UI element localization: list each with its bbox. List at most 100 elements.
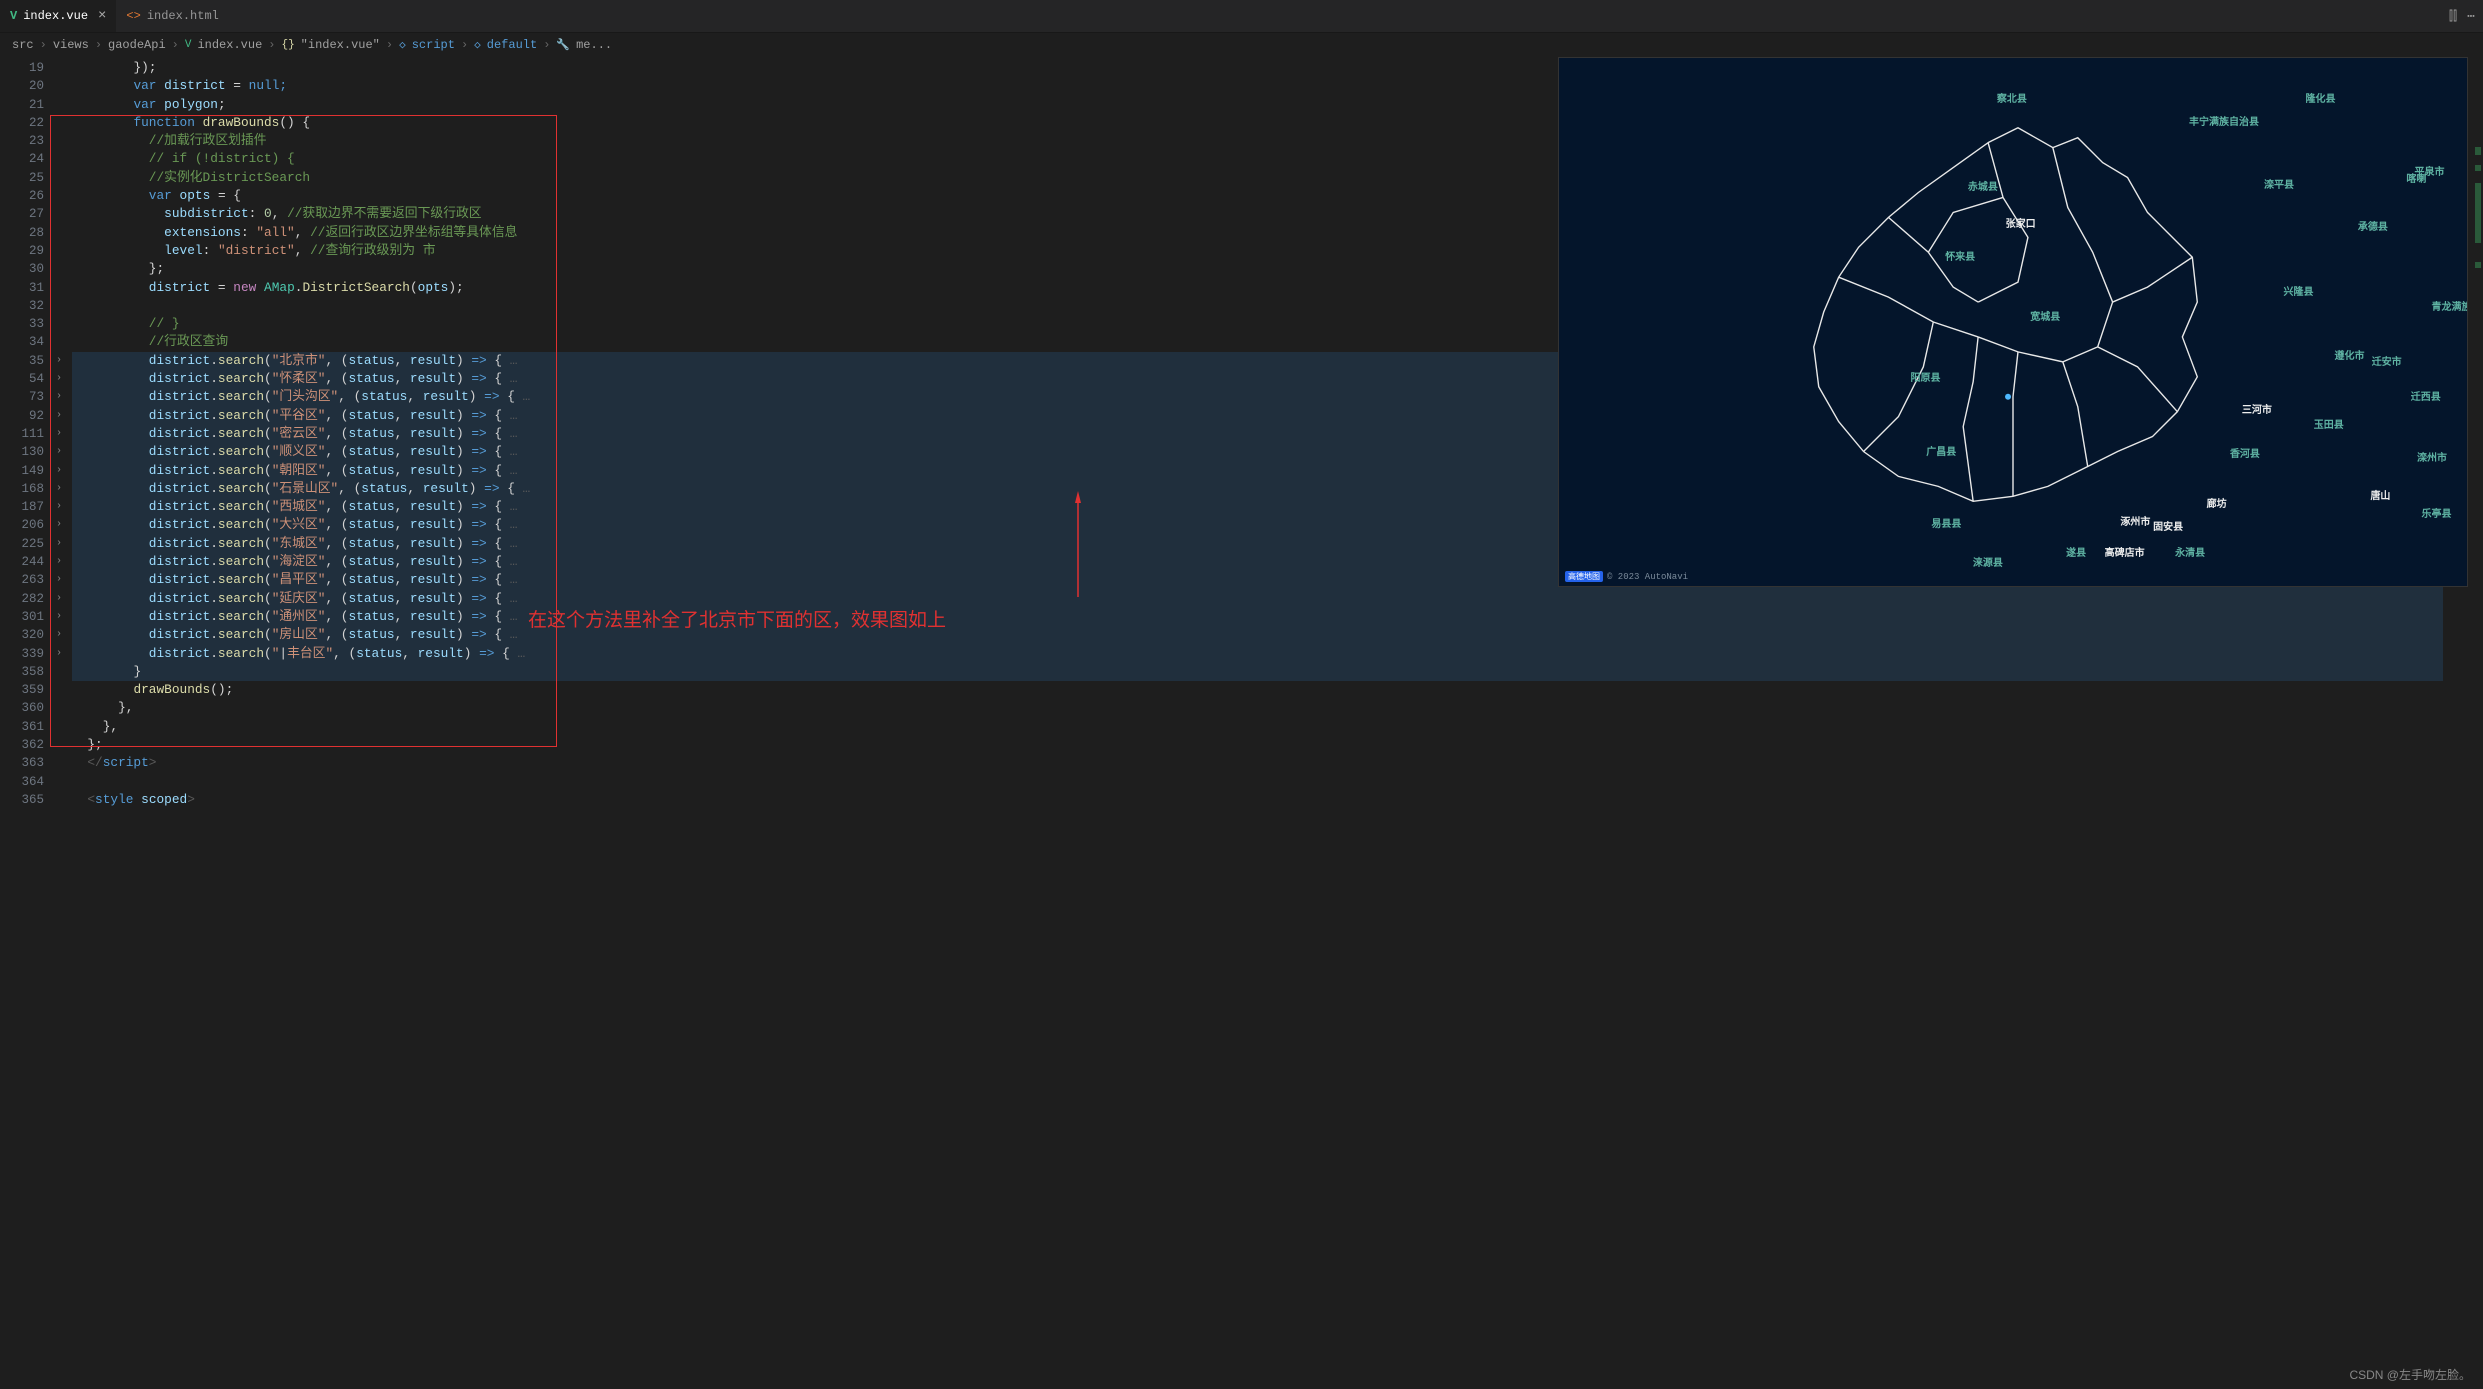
tab-index-html[interactable]: <> index.html bbox=[116, 0, 228, 32]
line-number: 225 bbox=[0, 535, 50, 553]
line-number: 263 bbox=[0, 571, 50, 589]
crumb[interactable]: gaodeApi bbox=[108, 38, 166, 52]
line-number: 363 bbox=[0, 754, 50, 772]
line-number: 364 bbox=[0, 773, 50, 791]
map-label: 隆化县 bbox=[2306, 90, 2336, 105]
map-label: 宽城县 bbox=[2030, 308, 2060, 323]
map-label: 广昌县 bbox=[1926, 443, 1956, 458]
split-icon[interactable]: ⫿⫿ bbox=[2449, 9, 2457, 24]
line-number: 35 bbox=[0, 352, 50, 370]
line-number: 32 bbox=[0, 297, 50, 315]
map-label: 青龙满族自治 bbox=[2432, 298, 2468, 313]
fold-toggle[interactable]: › bbox=[50, 443, 68, 461]
crumb[interactable]: views bbox=[53, 38, 89, 52]
code-line[interactable]: district.search("|丰台区", (status, result)… bbox=[72, 645, 2483, 663]
map-label: 三河市 bbox=[2242, 401, 2272, 416]
line-number: 130 bbox=[0, 443, 50, 461]
code-line[interactable]: district.search("通州区", (status, result) … bbox=[72, 608, 2483, 626]
map-label: 遵化市 bbox=[2335, 347, 2365, 362]
code-line[interactable]: }, bbox=[72, 718, 2483, 736]
fold-toggle[interactable]: › bbox=[50, 608, 68, 626]
fold-gutter: ››››››››››››››››› bbox=[50, 57, 68, 1389]
code-line[interactable]: } bbox=[72, 663, 2483, 681]
fold-toggle[interactable]: › bbox=[50, 480, 68, 498]
map-label: 唐山 bbox=[2370, 487, 2390, 502]
map-label: 涿州市 bbox=[2120, 513, 2150, 528]
crumb[interactable]: src bbox=[12, 38, 34, 52]
tab-label: index.vue bbox=[23, 9, 88, 23]
more-icon[interactable]: ⋯ bbox=[2467, 9, 2475, 24]
fold-toggle[interactable]: › bbox=[50, 388, 68, 406]
crumb[interactable]: script bbox=[412, 38, 455, 52]
line-number: 282 bbox=[0, 590, 50, 608]
line-number: 361 bbox=[0, 718, 50, 736]
line-number: 20 bbox=[0, 77, 50, 95]
watermark: CSDN @左手吻左脸。 bbox=[2349, 1366, 2471, 1383]
fold-toggle[interactable]: › bbox=[50, 425, 68, 443]
close-icon[interactable]: × bbox=[98, 8, 106, 24]
fold-toggle[interactable]: › bbox=[50, 370, 68, 388]
map-label: 滦平县 bbox=[2264, 176, 2294, 191]
map-label: 赤城县 bbox=[1968, 178, 1998, 193]
crumb[interactable]: "index.vue" bbox=[301, 38, 380, 52]
code-line[interactable]: drawBounds(); bbox=[72, 681, 2483, 699]
line-number: 168 bbox=[0, 480, 50, 498]
minimap[interactable] bbox=[2470, 87, 2481, 1389]
line-number: 301 bbox=[0, 608, 50, 626]
fold-toggle[interactable]: › bbox=[50, 352, 68, 370]
fold-toggle[interactable]: › bbox=[50, 590, 68, 608]
line-number: 365 bbox=[0, 791, 50, 809]
code-line[interactable] bbox=[72, 773, 2483, 791]
code-line[interactable]: <style scoped> bbox=[72, 791, 2483, 809]
line-number: 19 bbox=[0, 59, 50, 77]
fold-toggle[interactable]: › bbox=[50, 553, 68, 571]
crumb[interactable]: default bbox=[487, 38, 537, 52]
line-number: 187 bbox=[0, 498, 50, 516]
tab-index-vue[interactable]: V index.vue × bbox=[0, 0, 116, 32]
map-label: 永清县 bbox=[2175, 544, 2205, 559]
code-line[interactable]: district.search("延庆区", (status, result) … bbox=[72, 590, 2483, 608]
map-label: 香河县 bbox=[2230, 445, 2260, 460]
fold-toggle[interactable]: › bbox=[50, 535, 68, 553]
fold-toggle[interactable]: › bbox=[50, 645, 68, 663]
map-label: 涞源县 bbox=[1973, 554, 2003, 569]
code-line[interactable]: }; bbox=[72, 736, 2483, 754]
fold-toggle[interactable]: › bbox=[50, 462, 68, 480]
fold-toggle[interactable]: › bbox=[50, 498, 68, 516]
map-label: 遂县 bbox=[2066, 544, 2086, 559]
line-number: 24 bbox=[0, 150, 50, 168]
line-number: 34 bbox=[0, 333, 50, 351]
line-number: 111 bbox=[0, 425, 50, 443]
code-line[interactable]: district.search("房山区", (status, result) … bbox=[72, 626, 2483, 644]
map-label: 乐亭县 bbox=[2421, 505, 2451, 520]
line-number: 31 bbox=[0, 279, 50, 297]
fold-toggle[interactable]: › bbox=[50, 626, 68, 644]
fold-toggle[interactable]: › bbox=[50, 516, 68, 534]
fold-toggle[interactable]: › bbox=[50, 571, 68, 589]
code-line[interactable]: }, bbox=[72, 699, 2483, 717]
line-number: 362 bbox=[0, 736, 50, 754]
fold-toggle[interactable]: › bbox=[50, 407, 68, 425]
crumb[interactable]: me... bbox=[576, 38, 612, 52]
line-number: 149 bbox=[0, 462, 50, 480]
line-number: 339 bbox=[0, 645, 50, 663]
map-label: 怀来县 bbox=[1945, 248, 1975, 263]
line-number: 360 bbox=[0, 699, 50, 717]
line-number: 28 bbox=[0, 224, 50, 242]
line-number: 33 bbox=[0, 315, 50, 333]
annotation-arrow bbox=[1070, 492, 1090, 606]
map-preview: 察北县丰宁满族自治县隆化县赤城县滦平县平泉市喀喇张家口承德县怀来县兴隆县青龙满族… bbox=[1558, 57, 2468, 587]
map-label: 玉田县 bbox=[2314, 416, 2344, 431]
code-line[interactable]: </script> bbox=[72, 754, 2483, 772]
map-copyright: 高德地图© 2023 AutoNavi bbox=[1565, 571, 1688, 582]
map-label: 察北县 bbox=[1997, 90, 2027, 105]
map-label: 丰宁满族自治县 bbox=[2189, 113, 2259, 128]
line-number: 244 bbox=[0, 553, 50, 571]
line-number: 92 bbox=[0, 407, 50, 425]
line-number: 54 bbox=[0, 370, 50, 388]
line-number: 27 bbox=[0, 205, 50, 223]
line-number: 73 bbox=[0, 388, 50, 406]
crumb[interactable]: index.vue bbox=[197, 38, 262, 52]
breadcrumb[interactable]: src› views› gaodeApi› Vindex.vue› {}"ind… bbox=[0, 33, 2483, 57]
tab-bar: V index.vue × <> index.html ⫿⫿ ⋯ bbox=[0, 0, 2483, 33]
